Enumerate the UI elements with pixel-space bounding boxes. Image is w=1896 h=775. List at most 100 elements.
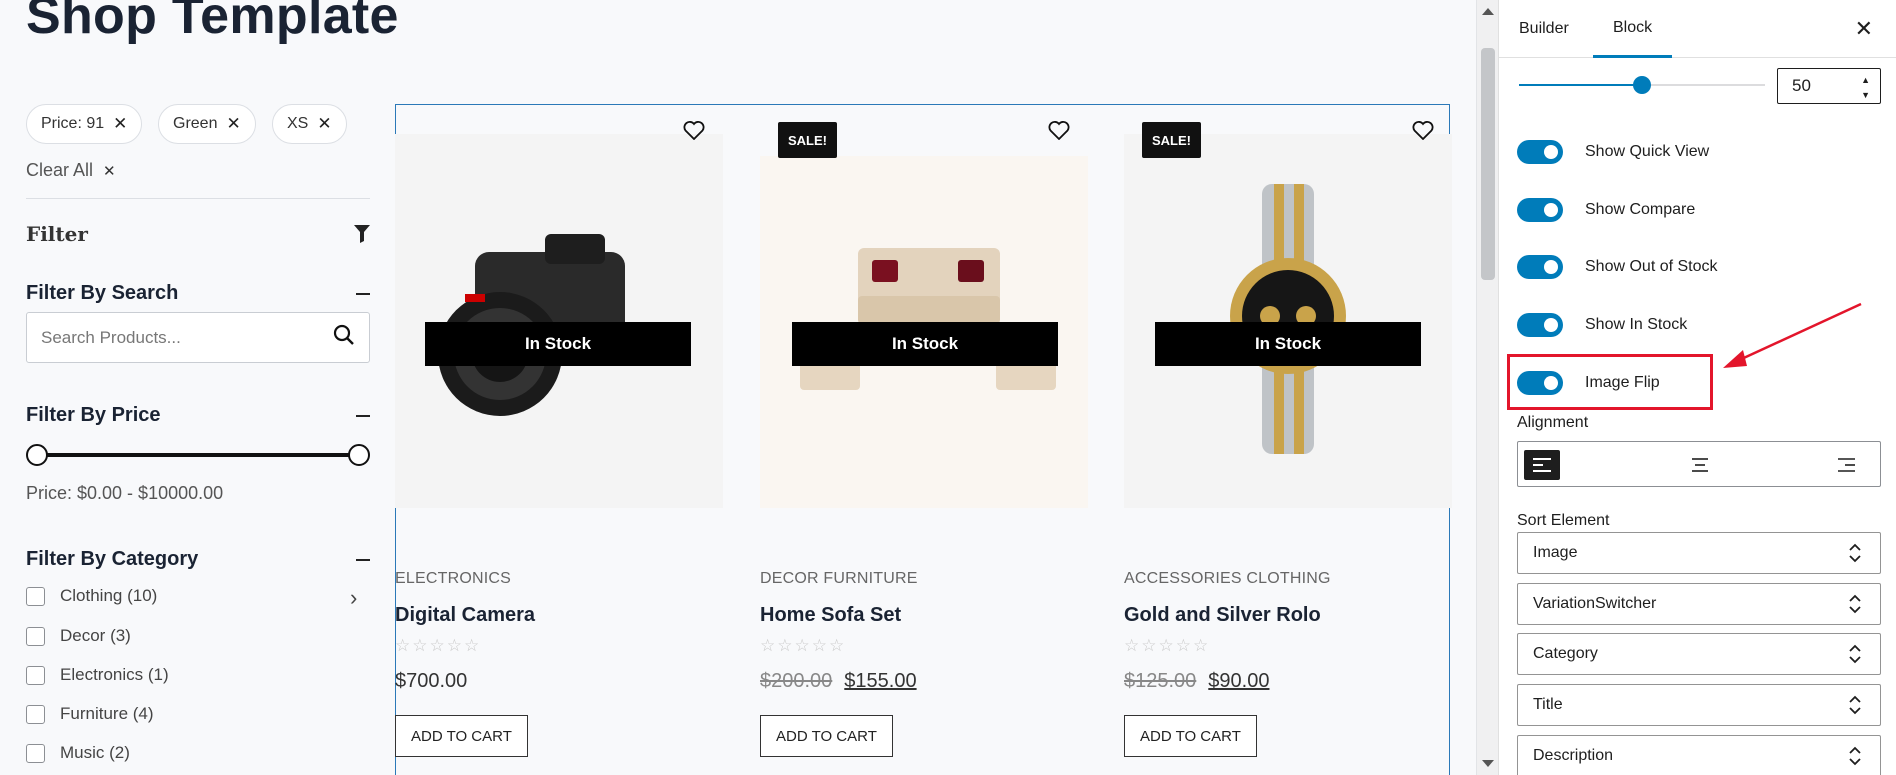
category-item[interactable]: Electronics (1) [26, 665, 169, 685]
range-slider-handle[interactable] [1633, 76, 1651, 94]
close-icon[interactable]: ✕ [1855, 16, 1873, 42]
remove-chip-icon[interactable]: ✕ [113, 114, 127, 134]
sidebar-tabs: Builder Block ✕ [1499, 0, 1896, 58]
sort-item-label: VariationSwitcher [1533, 595, 1657, 612]
product-title[interactable]: Gold and Silver Rolo [1124, 604, 1321, 627]
sort-item[interactable]: VariationSwitcher [1517, 583, 1881, 625]
search-icon[interactable] [333, 324, 355, 351]
chevron-up-down-icon[interactable] [1848, 541, 1862, 565]
toggle-show-in-stock[interactable]: Show In Stock [1517, 313, 1687, 337]
filter-funnel-icon[interactable] [354, 225, 370, 243]
product-category[interactable]: ELECTRONICS [395, 570, 511, 588]
rating-stars: ☆☆☆☆☆ [760, 636, 847, 655]
search-field[interactable] [26, 312, 370, 363]
annotation-highlight-box [1507, 354, 1713, 410]
product-category[interactable]: DECOR FURNITURE [760, 570, 918, 588]
price-range-track[interactable] [36, 453, 358, 457]
chevron-up-down-icon[interactable] [1848, 693, 1862, 717]
filter-chip-size[interactable]: XS ✕ [272, 104, 347, 144]
toggle-show-quick-view[interactable]: Show Quick View [1517, 140, 1709, 164]
price-range-min-handle[interactable] [26, 444, 48, 466]
filter-chip-price[interactable]: Price: 91 ✕ [26, 104, 143, 144]
heart-icon[interactable] [1048, 120, 1070, 141]
spin-buttons[interactable]: ▲ ▼ [1861, 75, 1870, 100]
product-title[interactable]: Digital Camera [395, 604, 535, 627]
heart-icon[interactable] [1412, 120, 1434, 141]
product-image[interactable] [1124, 134, 1452, 508]
toggle-label: Show Compare [1585, 201, 1696, 218]
chevron-up-down-icon[interactable] [1848, 642, 1862, 666]
collapse-icon[interactable] [356, 292, 370, 295]
product-title[interactable]: Home Sofa Set [760, 604, 901, 627]
add-to-cart-button[interactable]: ADD TO CART [760, 715, 893, 757]
category-checkbox[interactable] [26, 704, 45, 724]
canvas-scrollbar[interactable] [1476, 0, 1498, 775]
price-sale: $90.00 [1208, 670, 1270, 692]
filter-chip-green[interactable]: Green ✕ [158, 104, 256, 144]
toggle-label: Show In Stock [1585, 316, 1688, 333]
rating-stars: ☆☆☆☆☆ [1124, 636, 1211, 655]
sort-item[interactable]: Title [1517, 684, 1881, 726]
align-left-button[interactable] [1524, 450, 1560, 480]
chevron-up-down-icon[interactable] [1848, 744, 1862, 768]
category-label: Music (2) [60, 743, 130, 762]
product-category[interactable]: ACCESSORIES CLOTHING [1124, 570, 1331, 588]
increment-icon[interactable]: ▲ [1861, 75, 1870, 85]
scroll-thumb[interactable] [1481, 48, 1495, 280]
toggle-label: Show Out of Stock [1585, 258, 1718, 275]
product-image[interactable] [395, 134, 723, 508]
filter-by-price-header[interactable]: Filter By Price [26, 404, 370, 427]
remove-chip-icon[interactable]: ✕ [317, 114, 331, 134]
toggle-show-compare[interactable]: Show Compare [1517, 198, 1695, 222]
watch-image [1230, 184, 1346, 454]
category-item[interactable]: Music (2) [26, 743, 130, 763]
sort-item[interactable]: Category [1517, 633, 1881, 675]
category-label: Clothing (10) [60, 586, 158, 605]
filter-by-category-header[interactable]: Filter By Category [26, 548, 370, 571]
filter-by-search-header[interactable]: Filter By Search [26, 282, 370, 305]
scroll-up-icon[interactable] [1482, 8, 1494, 15]
chip-label: Price: 91 [41, 115, 105, 132]
category-label: Decor (3) [60, 626, 131, 645]
align-right-button[interactable] [1828, 450, 1864, 480]
scroll-down-icon[interactable] [1482, 760, 1494, 767]
sort-item[interactable]: Description [1517, 735, 1881, 775]
add-to-cart-button[interactable]: ADD TO CART [395, 715, 528, 757]
toggle-switch[interactable] [1517, 198, 1563, 222]
collapse-icon[interactable] [356, 414, 370, 417]
add-to-cart-button[interactable]: ADD TO CART [1124, 715, 1257, 757]
chevron-up-down-icon[interactable] [1848, 592, 1862, 616]
alignment-label: Alignment [1517, 414, 1589, 431]
decrement-icon[interactable]: ▼ [1861, 90, 1870, 100]
sort-item[interactable]: Image [1517, 532, 1881, 574]
category-item[interactable]: Decor (3) [26, 626, 131, 646]
price-sale: $155.00 [844, 670, 917, 692]
tab-builder[interactable]: Builder [1499, 0, 1589, 58]
toggle-switch[interactable] [1517, 140, 1563, 164]
remove-chip-icon[interactable]: ✕ [226, 114, 240, 134]
alignment-button-group [1517, 441, 1881, 487]
search-input[interactable] [41, 327, 321, 348]
collapse-icon[interactable] [356, 558, 370, 561]
toggle-switch[interactable] [1517, 313, 1563, 337]
toggle-switch[interactable] [1517, 255, 1563, 279]
category-checkbox[interactable] [26, 586, 45, 606]
range-number-input[interactable]: 50 ▲ ▼ [1777, 68, 1881, 104]
chevron-right-icon[interactable]: › [350, 585, 357, 611]
category-item[interactable]: Clothing (10) [26, 586, 157, 606]
price-range-text: Price: $0.00 - $10000.00 [26, 483, 224, 503]
heart-icon[interactable] [683, 120, 705, 141]
category-item[interactable]: Furniture (4) [26, 704, 154, 724]
camera-image [438, 234, 625, 416]
category-checkbox[interactable] [26, 665, 45, 685]
clear-all-button[interactable]: Clear All ✕ [26, 160, 116, 181]
price-range-max-handle[interactable] [348, 444, 370, 466]
category-checkbox[interactable] [26, 626, 45, 646]
section-title: Filter By Search [26, 282, 179, 304]
tab-block[interactable]: Block [1593, 0, 1673, 58]
block-settings-sidebar: Builder Block ✕ 50 ▲ ▼ Show Quick View Sh… [1498, 0, 1896, 775]
category-checkbox[interactable] [26, 743, 45, 763]
filter-header: Filter [26, 222, 370, 246]
toggle-show-out-of-stock[interactable]: Show Out of Stock [1517, 255, 1718, 279]
align-center-button[interactable] [1682, 450, 1718, 480]
